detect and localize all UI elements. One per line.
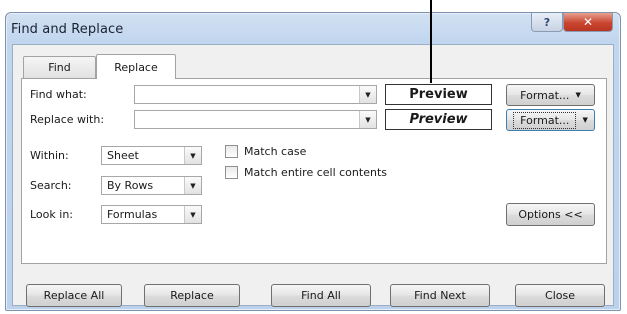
find-what-label: Find what:: [30, 88, 87, 101]
replace-button[interactable]: Replace: [144, 284, 240, 307]
close-icon: ✕: [582, 15, 594, 29]
chevron-down-icon: ▼: [575, 91, 581, 99]
search-label: Search:: [30, 179, 72, 192]
chevron-down-icon: ▼: [582, 116, 588, 124]
search-select[interactable]: By Rows ▼: [101, 176, 202, 195]
match-entire-cell-label[interactable]: Match entire cell contents: [244, 166, 387, 179]
chevron-down-icon[interactable]: ▼: [359, 111, 376, 128]
replace-tab-panel: Find what: ▼ Preview Format... ▼ Replace…: [21, 78, 607, 264]
look-in-select[interactable]: Formulas ▼: [101, 205, 202, 224]
replace-format-focus: Format...: [513, 111, 577, 129]
chevron-down-icon[interactable]: ▼: [184, 206, 201, 223]
look-in-label: Look in:: [30, 208, 73, 221]
help-button[interactable]: ?: [531, 13, 563, 32]
look-in-value: Formulas: [107, 208, 158, 221]
match-entire-cell-checkbox[interactable]: [225, 166, 238, 179]
replace-format-button[interactable]: Format... ▼: [506, 109, 595, 131]
search-value: By Rows: [107, 179, 154, 192]
dialog-window: Find and Replace ? ✕ Find Replace Find w…: [5, 12, 621, 311]
close-button[interactable]: Close: [515, 284, 605, 307]
find-what-input[interactable]: ▼: [134, 85, 377, 104]
find-format-button[interactable]: Format... ▼: [506, 84, 595, 106]
find-next-button[interactable]: Find Next: [390, 284, 490, 307]
replace-with-input[interactable]: ▼: [134, 110, 377, 129]
replace-all-button[interactable]: Replace All: [26, 284, 122, 307]
within-label: Within:: [30, 149, 69, 162]
match-case-checkbox[interactable]: [225, 145, 238, 158]
dialog-client-area: Find Replace Find what: ▼ Preview Format…: [12, 44, 614, 307]
help-icon: ?: [543, 15, 551, 29]
chevron-down-icon[interactable]: ▼: [184, 177, 201, 194]
find-format-preview: Preview: [385, 84, 492, 105]
replace-format-label: Format...: [520, 113, 570, 127]
tab-find[interactable]: Find: [23, 56, 96, 78]
chevron-down-icon[interactable]: ▼: [184, 147, 201, 164]
chevron-down-icon[interactable]: ▼: [359, 86, 376, 103]
replace-format-preview: Preview: [385, 109, 492, 130]
find-format-label: Format...: [520, 88, 570, 102]
annotation-pointer-line: [430, 0, 432, 83]
replace-with-label: Replace with:: [30, 113, 105, 126]
close-window-button[interactable]: ✕: [563, 13, 613, 32]
dialog-title: Find and Replace: [11, 22, 124, 37]
match-case-label[interactable]: Match case: [244, 145, 306, 158]
find-all-button[interactable]: Find All: [271, 284, 371, 307]
within-select[interactable]: Sheet ▼: [101, 146, 202, 165]
within-value: Sheet: [107, 149, 139, 162]
tab-replace[interactable]: Replace: [96, 54, 176, 79]
options-button[interactable]: Options <<: [506, 203, 595, 226]
